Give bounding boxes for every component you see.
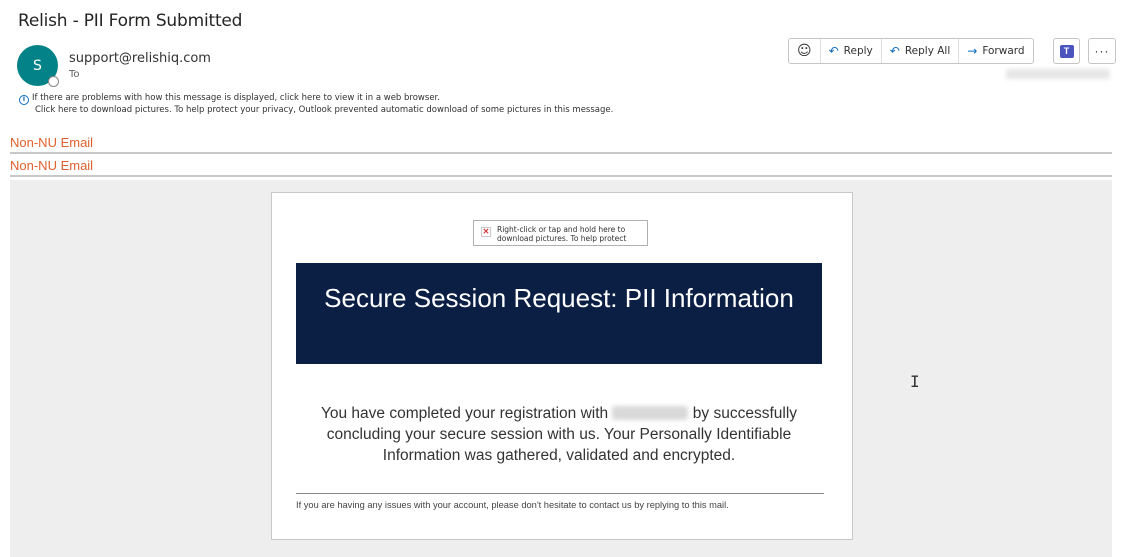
redacted-name <box>612 406 689 420</box>
tag-divider-1 <box>10 152 1112 154</box>
info-bar[interactable]: i If there are problems with how this mes… <box>19 93 440 105</box>
text-cursor-icon: I <box>910 372 920 391</box>
to-label: To <box>69 69 80 80</box>
info-icon: i <box>19 94 29 105</box>
image-placeholder-text: Right-click or tap and hold here to down… <box>497 225 627 243</box>
more-actions-button[interactable]: ··· <box>1088 38 1116 64</box>
reply-label: Reply <box>843 45 873 57</box>
email-subject: Relish - PII Form Submitted <box>18 11 243 31</box>
teams-icon: T <box>1059 44 1074 58</box>
image-placeholder[interactable]: ✕ Right-click or tap and hold here to do… <box>473 220 648 246</box>
reply-button[interactable]: ↶ Reply <box>821 39 882 63</box>
forward-button[interactable]: → Forward <box>959 39 1032 63</box>
forward-arrow-icon: → <box>967 44 978 58</box>
banner-title: Secure Session Request: PII Information <box>324 283 794 313</box>
reply-all-label: Reply All <box>904 45 951 57</box>
forward-label: Forward <box>982 45 1025 57</box>
blurred-date <box>1006 69 1110 79</box>
reply-all-arrow-icon: ↶ <box>889 44 900 58</box>
teams-button[interactable]: T <box>1053 38 1080 64</box>
broken-image-icon: ✕ <box>481 227 491 237</box>
reply-all-button[interactable]: ↶ Reply All <box>882 39 960 63</box>
footer-divider <box>296 493 824 494</box>
smiley-icon: ☺ <box>797 43 812 59</box>
presence-indicator <box>48 76 59 87</box>
sender-address[interactable]: support@relishiq.com <box>69 51 211 66</box>
download-pictures-notice[interactable]: Click here to download pictures. To help… <box>35 105 613 115</box>
non-nu-tag-1: Non-NU Email <box>10 135 94 150</box>
footer-text: If you are having any issues with your a… <box>296 500 729 510</box>
message-toolbar: ☺ ↶ Reply ↶ Reply All → Forward <box>788 38 1034 64</box>
emoji-reaction-button[interactable]: ☺ <box>789 39 821 63</box>
non-nu-tag-2: Non-NU Email <box>10 158 94 173</box>
body-text-part1: You have completed your registration wit… <box>320 405 609 422</box>
secure-session-banner: Secure Session Request: PII Information <box>296 263 822 364</box>
message-body-text: You have completed your registration wit… <box>296 403 822 466</box>
info-notice[interactable]: If there are problems with how this mess… <box>32 93 440 103</box>
reply-arrow-icon: ↶ <box>828 44 839 58</box>
avatar-initial: S <box>33 57 42 74</box>
tag-divider-2 <box>10 175 1112 177</box>
